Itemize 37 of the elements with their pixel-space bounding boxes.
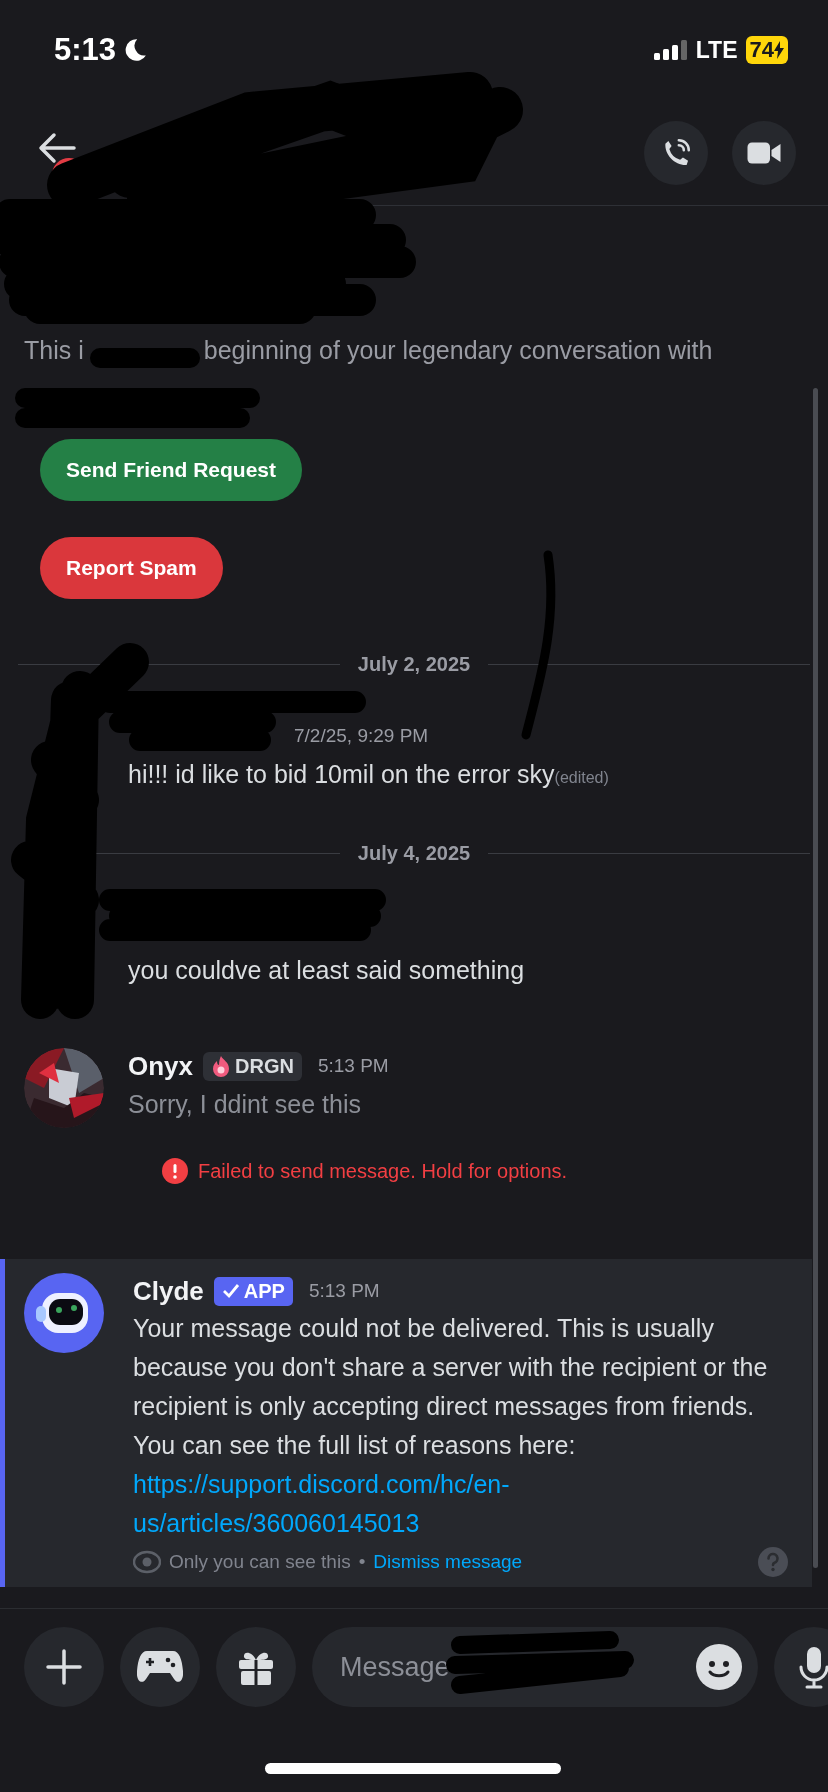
tag-label: DRGN	[235, 1054, 294, 1078]
date-divider: July 4, 2025	[357, 842, 471, 865]
separator-dot: •	[358, 1551, 366, 1573]
status-time: 5:13	[54, 32, 117, 68]
network-label: LTE	[695, 36, 738, 64]
intro-text: This i	[24, 336, 84, 365]
message-text: hi!!! id like to bid 10mil on the error sky(edited)	[128, 759, 610, 790]
error-message[interactable]: Failed to send message. Hold for options.	[198, 1159, 568, 1183]
signal-icon	[653, 40, 688, 60]
dismiss-link[interactable]: Dismiss message	[373, 1551, 523, 1573]
robot-icon	[24, 1273, 104, 1353]
support-link[interactable]: https://support.discord.com/hc/en-us/articles/360060145013	[133, 1465, 788, 1543]
gamepad-icon	[137, 1649, 183, 1685]
message-text: Sorry, I ddint see this	[128, 1089, 362, 1120]
battery-indicator: 74	[745, 36, 788, 64]
error-icon	[162, 1158, 188, 1184]
clan-tag[interactable]: DRGN	[203, 1051, 302, 1081]
back-arrow-icon[interactable]	[38, 131, 76, 164]
microphone-icon	[797, 1645, 828, 1689]
flame-icon	[211, 1055, 232, 1077]
app-badge: APP	[213, 1276, 293, 1306]
eye-icon	[133, 1550, 161, 1574]
message-text: Your message could not be delivered. This is usually because you don't share a server with the recipient or the recipient is only accepting direct messages from friends. You can see the full list of reasons here:	[133, 1313, 769, 1461]
friend-request-button[interactable]: Send Friend Request	[40, 439, 303, 501]
author-name[interactable]: Clyde	[133, 1275, 204, 1307]
timestamp: 7/2/25, 9:29 PM	[294, 725, 429, 747]
message-text: you couldve at least said something	[128, 955, 526, 986]
timestamp: 5:13 PM	[308, 1280, 380, 1302]
date-divider: July 2, 2025	[357, 653, 471, 676]
plus-icon	[44, 1647, 84, 1687]
report-spam-button[interactable]: Report Spam	[40, 537, 223, 599]
author-name[interactable]: Onyx	[128, 1050, 194, 1082]
message-input[interactable]: Message	[338, 1650, 696, 1684]
intro-text: beginning of your legendary conversation with	[203, 336, 713, 365]
visibility-note: Only you can see this	[169, 1551, 351, 1573]
emoji-icon[interactable]	[696, 1644, 742, 1690]
timestamp: 5:13 PM	[317, 1055, 389, 1077]
